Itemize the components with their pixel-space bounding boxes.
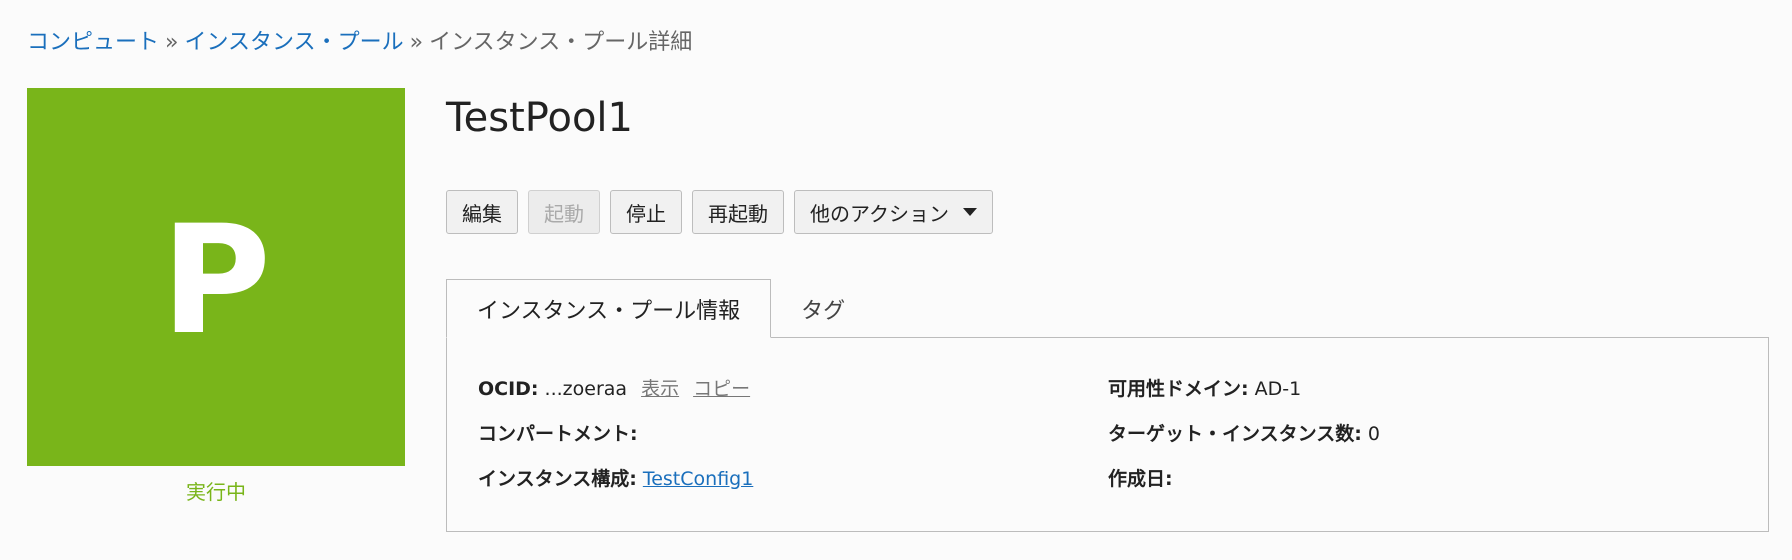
compartment-label: コンパートメント: xyxy=(478,423,638,445)
created-date-field: 作成日: xyxy=(1108,466,1179,492)
breadcrumb-current: インスタンス・プール詳細 xyxy=(429,30,693,55)
instance-config-label: インスタンス構成: xyxy=(478,468,637,490)
target-instance-count-label: ターゲット・インスタンス数: xyxy=(1108,423,1362,445)
breadcrumb-compute-link[interactable]: コンピュート xyxy=(27,30,159,55)
more-actions-dropdown[interactable]: 他のアクション xyxy=(794,190,993,234)
stop-button[interactable]: 停止 xyxy=(610,190,682,234)
action-toolbar: 編集 起動 停止 再起動 他のアクション xyxy=(446,190,993,234)
status-label: 実行中 xyxy=(186,480,246,504)
edit-button[interactable]: 編集 xyxy=(446,190,518,234)
ocid-copy-link[interactable]: コピー xyxy=(693,378,750,400)
page-title: TestPool1 xyxy=(446,95,633,141)
resource-type-letter: P xyxy=(161,194,271,368)
instance-config-link[interactable]: TestConfig1 xyxy=(643,468,753,490)
caret-down-icon xyxy=(963,208,977,216)
ocid-field: OCID: ...zoeraa 表示 コピー xyxy=(478,376,750,402)
compartment-field: コンパートメント: xyxy=(478,421,644,447)
reboot-button[interactable]: 再起動 xyxy=(692,190,784,234)
breadcrumb: コンピュート» インスタンス・プール» インスタンス・プール詳細 xyxy=(27,28,692,58)
availability-domain-field: 可用性ドメイン: AD-1 xyxy=(1108,376,1301,402)
tab-instance-pool-info[interactable]: インスタンス・プール情報 xyxy=(446,279,772,338)
target-instance-count-value: 0 xyxy=(1367,423,1380,445)
ocid-value: ...zoeraa xyxy=(544,378,628,400)
instance-pool-details-page: コンピュート» インスタンス・プール» インスタンス・プール詳細 P 実行中 Tes… xyxy=(0,0,1792,560)
tab-bar: インスタンス・プール情報 タグ xyxy=(446,279,875,338)
start-button[interactable]: 起動 xyxy=(528,190,600,234)
target-instance-count-field: ターゲット・インスタンス数: 0 xyxy=(1108,421,1380,447)
breadcrumb-instance-pools-link[interactable]: インスタンス・プール xyxy=(184,30,403,55)
created-date-label: 作成日: xyxy=(1108,468,1173,490)
availability-domain-label: 可用性ドメイン: xyxy=(1108,378,1249,400)
resource-status-tile: P xyxy=(27,88,405,466)
instance-pool-info-panel: OCID: ...zoeraa 表示 コピー コンパートメント: インスタンス構成: T… xyxy=(446,337,1769,532)
more-actions-label: 他のアクション xyxy=(810,201,949,226)
tab-tags[interactable]: タグ xyxy=(771,279,875,338)
breadcrumb-separator: » xyxy=(165,30,179,55)
breadcrumb-separator: » xyxy=(409,30,424,55)
instance-config-field: インスタンス構成: TestConfig1 xyxy=(478,466,753,492)
ocid-show-link[interactable]: 表示 xyxy=(641,378,679,400)
ocid-label: OCID: xyxy=(478,378,539,400)
availability-domain-value: AD-1 xyxy=(1254,378,1302,400)
